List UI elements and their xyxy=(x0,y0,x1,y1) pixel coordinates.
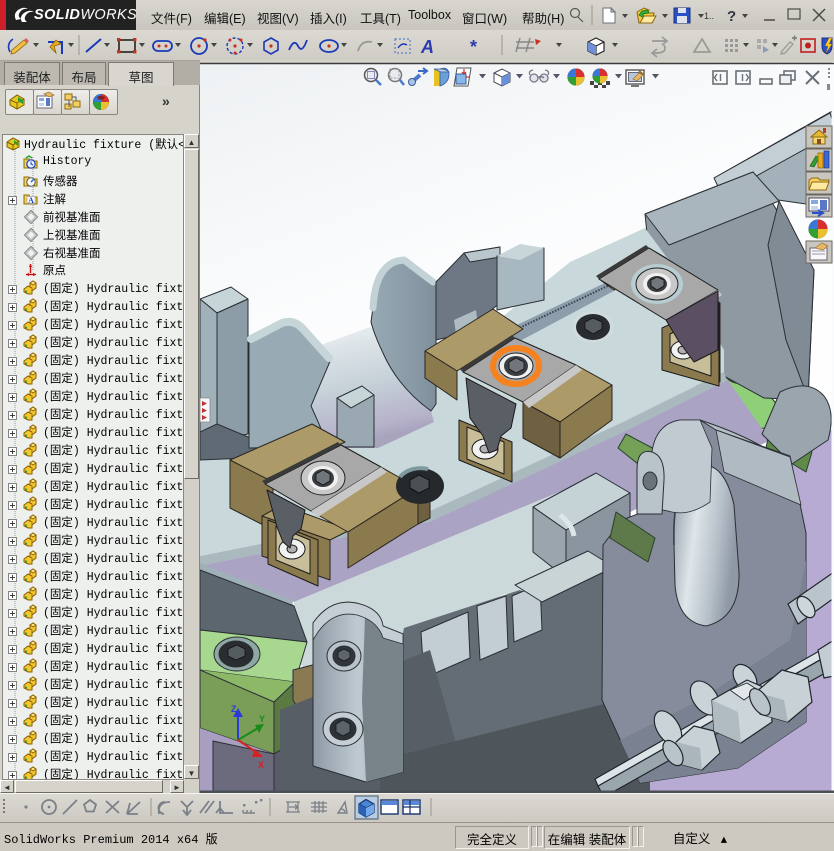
svg-text:*: * xyxy=(470,37,477,57)
svg-text:X: X xyxy=(258,760,264,770)
svg-text:A: A xyxy=(420,37,434,57)
svg-text:Y: Y xyxy=(259,714,265,724)
svg-text:Z: Z xyxy=(231,704,237,714)
svg-text:?: ? xyxy=(727,8,736,25)
svg-text:1..: 1.. xyxy=(704,11,714,21)
